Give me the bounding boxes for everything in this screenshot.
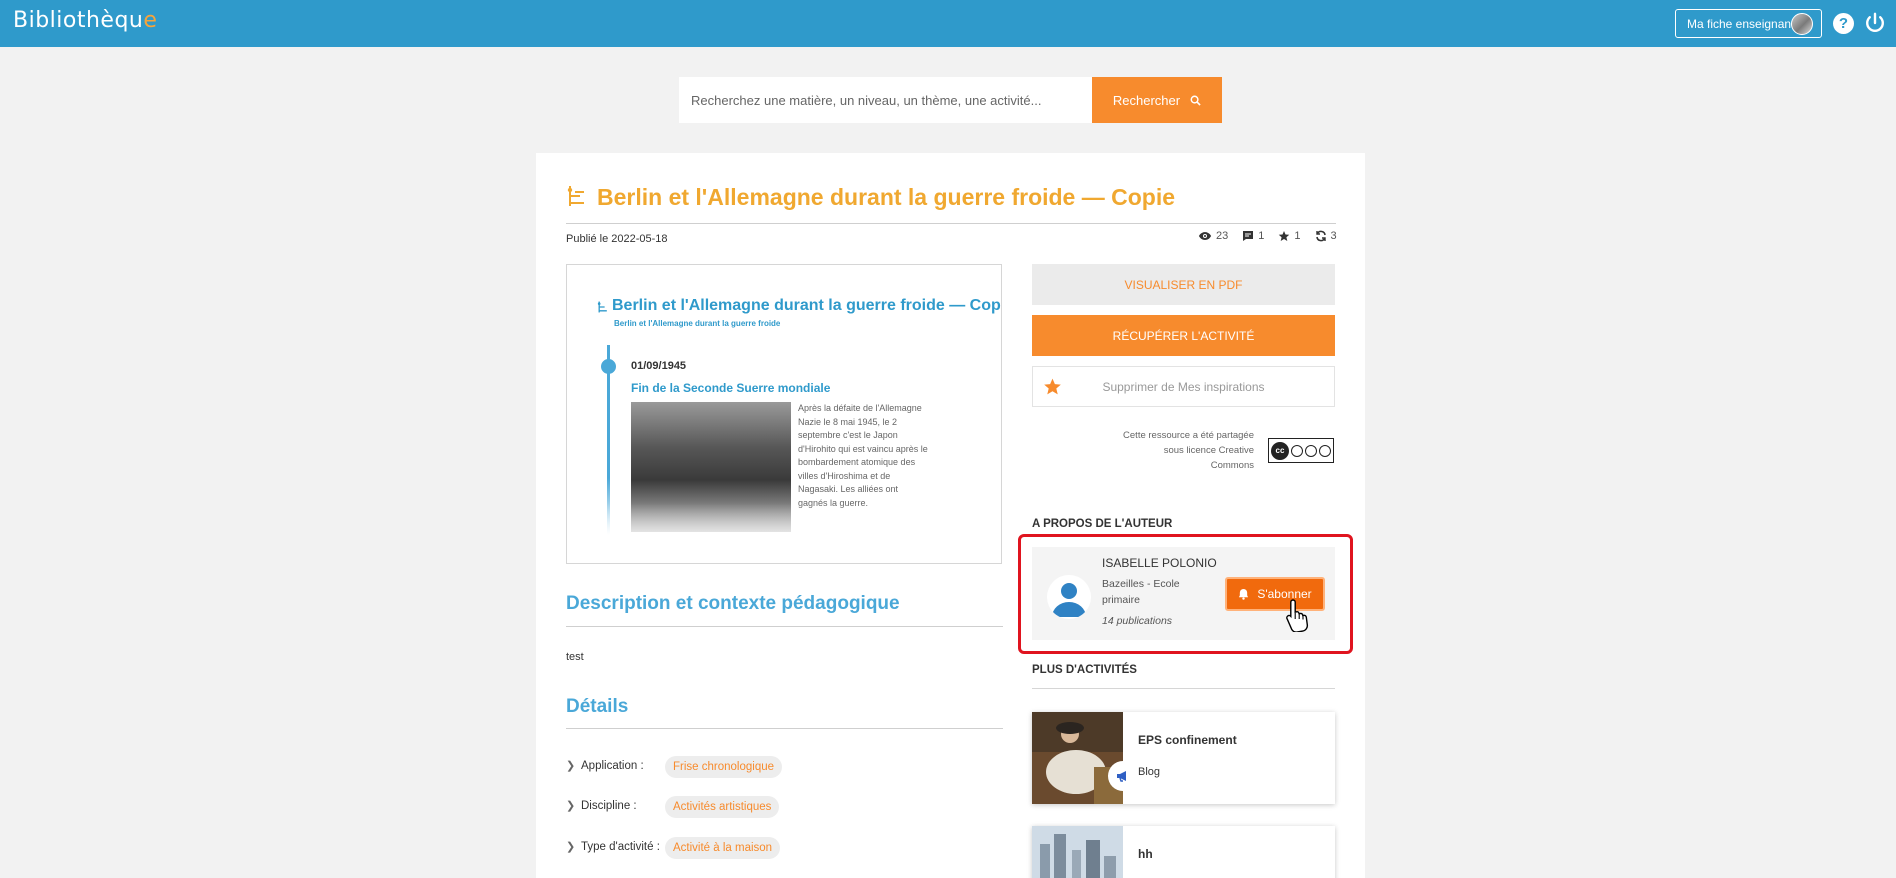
logo-accent: e <box>143 8 158 33</box>
activity-item-type: Blog <box>1138 766 1161 778</box>
help-icon[interactable]: ? <box>1833 13 1854 34</box>
sa-icon <box>1319 444 1331 457</box>
remove-inspiration-button[interactable]: Supprimer de Mes inspirations <box>1032 366 1335 407</box>
by-icon <box>1291 444 1303 457</box>
publish-date: Publié le 2022-05-18 <box>566 233 668 245</box>
author-name[interactable]: ISABELLE POLONIO <box>1102 556 1217 570</box>
remove-inspiration-label: Supprimer de Mes inspirations <box>1102 379 1265 394</box>
activity-item-title: hh <box>1138 847 1153 861</box>
avatar <box>1791 13 1813 35</box>
description-text: test <box>566 651 584 663</box>
teacher-profile-button[interactable]: Ma fiche enseignant <box>1675 9 1822 38</box>
creative-commons-badge[interactable]: cc <box>1268 438 1334 463</box>
chevron-right-icon: ❯ <box>566 760 576 772</box>
preview-text: Après la défaite de l'Allemagne Nazie le… <box>798 403 928 508</box>
search-button[interactable]: Rechercher <box>1092 77 1222 123</box>
blog-badge <box>1108 761 1138 791</box>
star-icon <box>1279 231 1290 241</box>
description-heading: Description et contexte pédagogique <box>566 593 900 614</box>
search-button-label: Rechercher <box>1112 92 1181 108</box>
get-activity-button[interactable]: RÉCUPÉRER L'ACTIVITÉ <box>1032 315 1335 356</box>
star-icon <box>1044 378 1061 395</box>
activity-preview[interactable]: Berlin et l'Allemagne durant la guerre f… <box>566 264 1002 564</box>
detail-label: Discipline : <box>581 800 637 812</box>
preview-title: Berlin et l'Allemagne durant la guerre f… <box>612 297 1002 314</box>
logo-text: Bibliothèqu <box>13 8 144 33</box>
chevron-right-icon: ❯ <box>566 841 576 853</box>
description-divider <box>566 626 1003 627</box>
reuses-count: 3 <box>1330 230 1337 242</box>
refresh-icon <box>1315 230 1326 242</box>
megaphone-icon <box>1117 771 1126 782</box>
detail-tag[interactable]: Activité à la maison <box>665 837 781 859</box>
detail-label: Application : <box>581 760 644 772</box>
detail-label: Type d'activité : <box>581 841 660 853</box>
preview-date: 01/09/1945 <box>631 360 687 372</box>
search-input[interactable] <box>679 77 1092 123</box>
views-stat: 23 <box>1198 230 1228 242</box>
hand-cursor-icon <box>1286 599 1309 632</box>
stars-stat: 1 <box>1278 230 1301 242</box>
chevron-right-icon: ❯ <box>566 800 576 812</box>
view-pdf-button[interactable]: VISUALISER EN PDF <box>1032 264 1335 305</box>
about-author-heading: A PROPOS DE L'AUTEUR <box>1032 518 1173 530</box>
detail-tag[interactable]: Frise chronologique <box>665 756 783 778</box>
preview-event-title: Fin de la Seconde Suerre mondiale <box>631 381 831 395</box>
eye-icon <box>1198 232 1212 240</box>
activity-item-title: EPS confinement <box>1138 733 1237 747</box>
top-bar: Bibliothèque Ma fiche enseignant ? <box>0 0 1896 47</box>
activity-thumbnail <box>1032 712 1123 804</box>
user-icon <box>1052 583 1086 617</box>
nc-icon <box>1305 444 1317 457</box>
page-title: Berlin et l'Allemagne durant la guerre f… <box>597 184 1176 210</box>
views-count: 23 <box>1216 230 1229 242</box>
reuses-stat: 3 <box>1315 230 1337 242</box>
details-heading: Détails <box>566 696 629 717</box>
activity-card-item[interactable]: EPS confinement Blog <box>1032 712 1335 804</box>
more-activities-divider <box>1032 688 1335 689</box>
detail-row-application: ❯ Application : Frise chronologique <box>566 756 1006 780</box>
detail-row-activity-type: ❯ Type d'activité : Activité à la maison <box>566 837 1006 861</box>
bell-icon <box>1239 588 1249 600</box>
timeline-icon <box>567 186 584 206</box>
search-icon <box>1190 95 1201 106</box>
power-icon[interactable] <box>1864 12 1886 34</box>
activity-stats: 23 1 1 3 <box>1198 230 1337 242</box>
comment-icon <box>1243 231 1254 241</box>
activity-card-item[interactable]: hh <box>1032 826 1335 878</box>
more-activities-heading: PLUS D'ACTIVITÉS <box>1032 664 1137 676</box>
logo[interactable]: Bibliothèque <box>13 8 157 33</box>
comments-stat: 1 <box>1242 230 1264 242</box>
detail-tag[interactable]: Activités artistiques <box>665 796 780 818</box>
details-divider <box>566 728 1003 729</box>
cc-icon: cc <box>1271 441 1289 460</box>
preview-subtitle: Berlin et l'Allemagne durant la guerre f… <box>614 319 781 328</box>
activity-thumbnail <box>1032 826 1123 878</box>
title-divider <box>566 223 1336 224</box>
teacher-profile-label: Ma fiche enseignant <box>1687 16 1795 31</box>
stars-count: 1 <box>1294 230 1301 242</box>
comments-count: 1 <box>1258 230 1265 242</box>
detail-row-discipline: ❯ Discipline : Activités artistiques <box>566 796 1006 820</box>
author-avatar[interactable] <box>1047 575 1091 619</box>
author-school: Bazeilles - Ecole primaire <box>1102 578 1180 606</box>
timeline-icon <box>597 301 607 313</box>
author-publications: 14 publications <box>1102 615 1173 627</box>
preview-timeline-dot <box>601 359 616 374</box>
license-text: Cette ressource a été partagée sous lice… <box>1123 430 1254 471</box>
preview-fade <box>567 503 1001 563</box>
